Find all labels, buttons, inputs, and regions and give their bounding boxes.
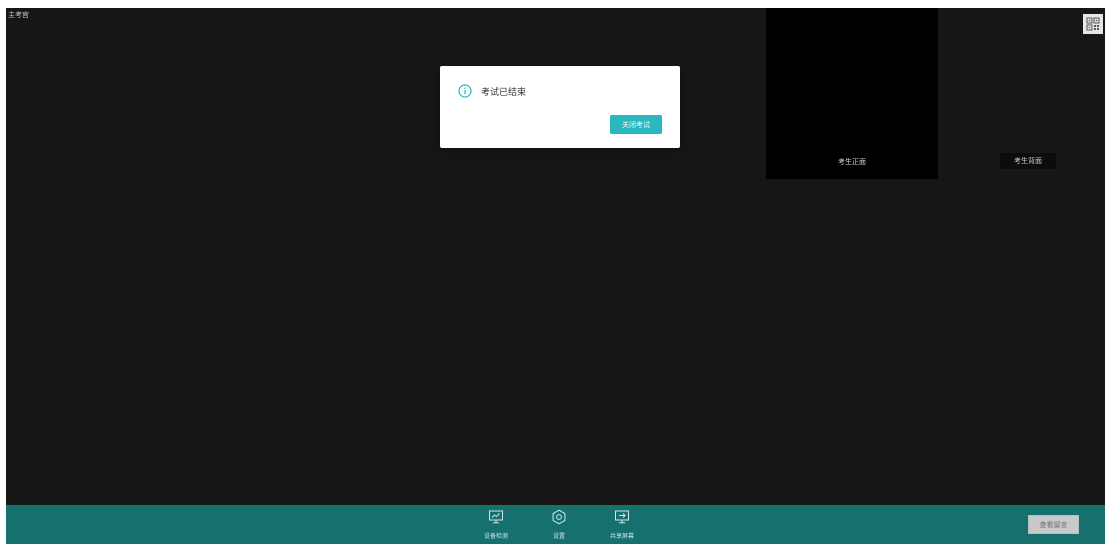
toolbar-item-label: 共享屏幕 <box>609 533 634 540</box>
toolbar-item-share-screen[interactable]: 共享屏幕 <box>600 509 644 540</box>
back-video-label: 考生背面 <box>1000 153 1056 169</box>
qrcode-button[interactable] <box>1083 14 1103 34</box>
gear-icon <box>552 509 566 525</box>
toolbar-item-label: 设备检测 <box>483 533 508 540</box>
exam-ended-dialog: 考试已结束 关闭考试 <box>440 66 680 148</box>
bottom-toolbar: 设备检测 设置 共享屏幕 查看留言 <box>6 505 1105 544</box>
qrcode-icon <box>1086 17 1100 31</box>
candidate-front-video: 考生正面 <box>766 8 938 179</box>
toolbar-item-settings[interactable]: 设置 <box>537 509 581 540</box>
view-messages-button[interactable]: 查看留言 <box>1028 515 1079 534</box>
close-exam-button[interactable]: 关闭考试 <box>610 115 662 134</box>
front-video-label: 考生正面 <box>838 158 866 166</box>
main-video-label: 主考官 <box>8 11 29 19</box>
info-icon <box>458 84 472 98</box>
toolbar-item-label: 设置 <box>552 533 565 540</box>
exam-room: 主考官 考生正面 考生背面 考试已结束 关闭考试 设备检测 设置 共享屏幕 查看… <box>6 8 1105 544</box>
monitor-chart-icon <box>489 510 503 524</box>
screen-share-icon <box>615 510 629 524</box>
toolbar-item-device-check[interactable]: 设备检测 <box>474 509 518 540</box>
dialog-message: 考试已结束 <box>481 88 527 98</box>
